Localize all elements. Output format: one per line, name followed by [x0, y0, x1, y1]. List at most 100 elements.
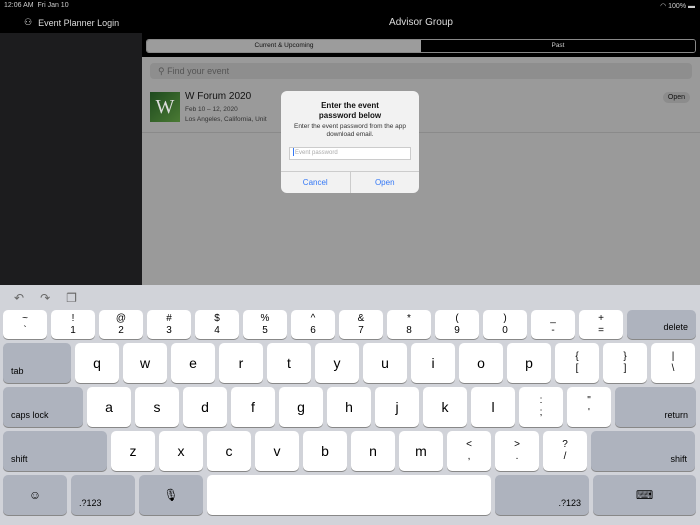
key-label: .?123	[558, 498, 581, 508]
key-l[interactable]: l	[471, 387, 515, 427]
numbers-key-right[interactable]: .?123	[495, 475, 589, 515]
caps-lock-key[interactable]: caps lock	[3, 387, 83, 427]
redo-icon[interactable]: ↷	[40, 291, 50, 305]
event-list-item[interactable]: W W Forum 2020 Feb 10 – 12, 2020 Los Ang…	[142, 85, 700, 133]
key-x[interactable]: x	[159, 431, 203, 471]
shift-key-right[interactable]: shift	[591, 431, 695, 471]
key-b[interactable]: b	[303, 431, 347, 471]
key-symbol[interactable]: " '	[567, 387, 611, 427]
return-key[interactable]: return	[615, 387, 696, 427]
key-label: shift	[11, 454, 28, 464]
key-symbol[interactable]: <,	[447, 431, 491, 471]
key-label: k	[441, 399, 449, 415]
status-bar: 12:06 AM Fri Jan 10 ◠ 100% ▬	[0, 0, 700, 12]
key-label: "	[587, 395, 591, 406]
key-v[interactable]: v	[255, 431, 299, 471]
key-s[interactable]: s	[135, 387, 179, 427]
event-title: W Forum 2020	[185, 91, 252, 102]
key-label: s	[153, 399, 161, 415]
key-label: j	[395, 399, 399, 415]
key-q[interactable]: q	[75, 343, 119, 383]
key-r[interactable]: r	[219, 343, 263, 383]
key-label: /	[563, 451, 567, 462]
sidebar-body	[0, 33, 142, 285]
key-7[interactable]: & 7	[339, 310, 383, 339]
event-open-button[interactable]: Open	[662, 92, 690, 103]
tab-key[interactable]: tab	[3, 343, 71, 383]
key-i[interactable]: i	[411, 343, 455, 383]
key-9[interactable]: (9	[435, 310, 479, 339]
tab-current-upcoming[interactable]: Current & Upcoming	[147, 40, 421, 52]
key-label: ;	[539, 407, 543, 418]
key-label: ~	[22, 312, 28, 324]
key-n[interactable]: n	[351, 431, 395, 471]
cancel-button[interactable]: Cancel	[281, 172, 351, 193]
key-5[interactable]: % 5	[243, 310, 287, 339]
key-label: x	[177, 443, 185, 459]
key-u[interactable]: u	[363, 343, 407, 383]
key-a[interactable]: a	[87, 387, 131, 427]
key-label: p	[525, 355, 533, 371]
key-label: 4	[214, 324, 220, 336]
key-label: m	[415, 443, 427, 459]
key-label: )	[503, 312, 507, 324]
key-0[interactable]: ) 0	[483, 310, 527, 339]
search-input[interactable]: ⚲ Find your event	[150, 63, 692, 79]
key-symbol[interactable]: {[	[555, 343, 599, 383]
key-h[interactable]: h	[327, 387, 371, 427]
key-`[interactable]: ~ `	[3, 310, 47, 339]
undo-icon[interactable]: ↶	[14, 291, 24, 305]
key-2[interactable]: @2	[99, 310, 143, 339]
key-4[interactable]: $4	[195, 310, 239, 339]
key-c[interactable]: c	[207, 431, 251, 471]
key-label: u	[381, 355, 389, 371]
paste-icon[interactable]: ❐	[66, 291, 77, 305]
key--[interactable]: _ -	[531, 310, 575, 339]
key-1[interactable]: ! 1	[51, 310, 95, 339]
key-k[interactable]: k	[423, 387, 467, 427]
dialog-title: Enter the event password below	[318, 101, 382, 120]
key-symbol[interactable]: | \	[651, 343, 695, 383]
key-t[interactable]: t	[267, 343, 311, 383]
key-p[interactable]: p	[507, 343, 551, 383]
key-z[interactable]: z	[111, 431, 155, 471]
wifi-icon: ◠	[660, 3, 667, 10]
key-label: r	[238, 355, 244, 371]
key-w[interactable]: w	[123, 343, 167, 383]
hide-keyboard-icon[interactable]: ⌨	[593, 475, 696, 515]
key-3[interactable]: #3	[147, 310, 191, 339]
key-o[interactable]: o	[459, 343, 503, 383]
key-label: %	[260, 312, 270, 324]
emoji-icon[interactable]: ☺	[3, 475, 67, 515]
key-label: y	[333, 355, 341, 371]
key-label: *	[407, 312, 411, 324]
key-j[interactable]: j	[375, 387, 419, 427]
event-planner-login-button[interactable]: ⚇ Event Planner Login	[0, 12, 142, 33]
event-password-input[interactable]: Event password	[289, 147, 411, 160]
key-label: 0	[502, 324, 508, 336]
open-button[interactable]: Open	[351, 172, 420, 193]
shift-key-left[interactable]: shift	[3, 431, 107, 471]
microphone-icon[interactable]: 🎙	[139, 475, 203, 515]
key-6[interactable]: ^ 6	[291, 310, 335, 339]
numbers-key-left[interactable]: .?123	[71, 475, 135, 515]
delete-key[interactable]: delete	[627, 310, 696, 339]
key-label: tab	[11, 366, 24, 376]
segmented-control: Current & Upcoming Past	[146, 39, 696, 53]
key-symbol[interactable]: ? /	[543, 431, 587, 471]
key-8[interactable]: * 8	[387, 310, 431, 339]
key-m[interactable]: m	[399, 431, 443, 471]
space-bar[interactable]	[207, 475, 491, 515]
key-symbol[interactable]: >.	[495, 431, 539, 471]
key-f[interactable]: f	[231, 387, 275, 427]
key-symbol[interactable]: }]	[603, 343, 647, 383]
key-y[interactable]: y	[315, 343, 359, 383]
key-label: -	[551, 324, 555, 336]
key-d[interactable]: d	[183, 387, 227, 427]
key-e[interactable]: e	[171, 343, 215, 383]
key-symbol[interactable]: :;	[519, 387, 563, 427]
tab-past[interactable]: Past	[421, 40, 695, 52]
key-g[interactable]: g	[279, 387, 323, 427]
key-=[interactable]: + =	[579, 310, 623, 339]
event-location: Los Angeles, California, Unit	[185, 116, 267, 123]
